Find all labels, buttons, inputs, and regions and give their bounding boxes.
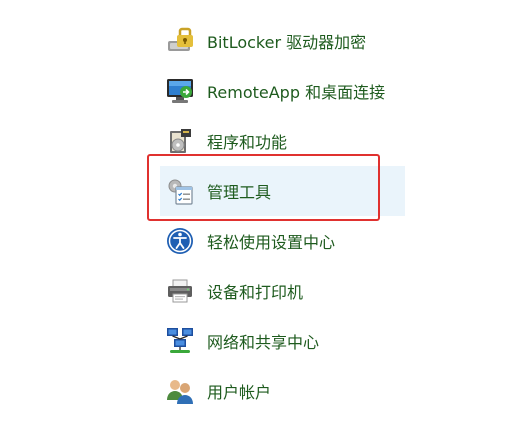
- item-label: 轻松使用设置中心: [207, 233, 336, 252]
- bitlocker-icon: [163, 24, 197, 58]
- programs-icon: [163, 124, 197, 158]
- item-devices-and-printers[interactable]: 设备和打印机: [160, 266, 405, 316]
- ease-of-access-icon: [163, 224, 197, 258]
- item-label: BitLocker 驱动器加密: [207, 33, 367, 52]
- control-panel-list: BitLocker 驱动器加密 RemoteApp 和桌面连接 程序和功能 管理…: [160, 16, 405, 416]
- admin-tools-icon: [163, 174, 197, 208]
- item-label: 用户帐户: [207, 383, 272, 402]
- printer-icon: [163, 274, 197, 308]
- remote-desktop-icon: [163, 74, 197, 108]
- item-administrative-tools[interactable]: 管理工具: [160, 166, 405, 216]
- item-label: 网络和共享中心: [207, 333, 320, 352]
- item-ease-of-access[interactable]: 轻松使用设置中心: [160, 216, 405, 266]
- item-label: 程序和功能: [207, 133, 288, 152]
- item-bitlocker[interactable]: BitLocker 驱动器加密: [160, 16, 405, 66]
- item-label: RemoteApp 和桌面连接: [207, 83, 386, 102]
- item-remoteapp[interactable]: RemoteApp 和桌面连接: [160, 66, 405, 116]
- users-icon: [163, 374, 197, 408]
- item-programs-and-features[interactable]: 程序和功能: [160, 116, 405, 166]
- network-icon: [163, 324, 197, 358]
- item-user-accounts[interactable]: 用户帐户: [160, 366, 405, 416]
- control-panel-window: BitLocker 驱动器加密 RemoteApp 和桌面连接 程序和功能 管理…: [0, 0, 531, 431]
- item-network-and-sharing-center[interactable]: 网络和共享中心: [160, 316, 405, 366]
- item-label: 管理工具: [207, 183, 272, 202]
- item-label: 设备和打印机: [207, 283, 304, 302]
